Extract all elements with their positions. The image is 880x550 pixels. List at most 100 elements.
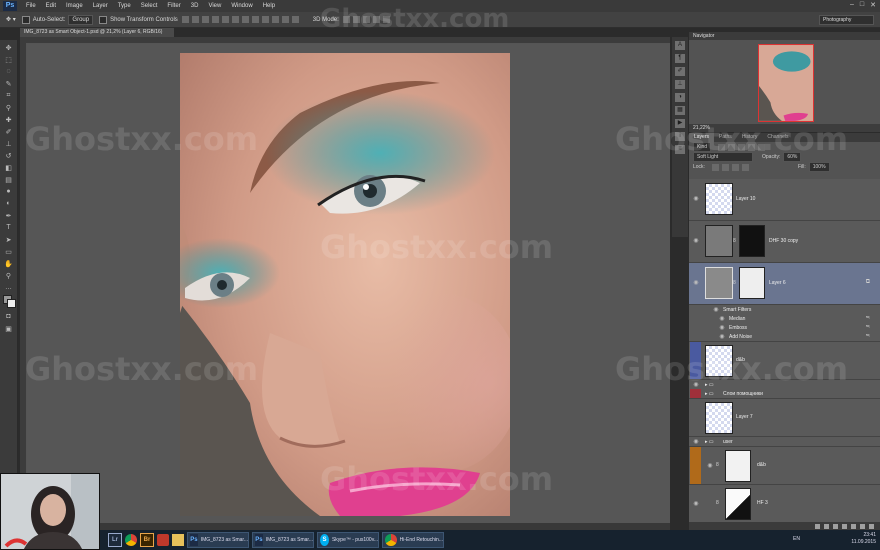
menu-layer[interactable]: Layer	[88, 3, 113, 9]
filter-icons[interactable]	[718, 143, 766, 151]
workspace-dropdown[interactable]: Photography	[819, 15, 874, 25]
fill-field[interactable]: 100%	[808, 162, 830, 172]
menu-filter[interactable]: Filter	[162, 3, 185, 9]
menu-view[interactable]: View	[203, 3, 226, 9]
properties-icon[interactable]: ≡	[675, 145, 685, 154]
dodge-tool-icon[interactable]: ◐	[3, 199, 14, 208]
distribute-4-icon[interactable]	[271, 16, 279, 23]
menu-select[interactable]: Select	[136, 3, 163, 9]
auto-select-option[interactable]: Auto-Select: Group	[21, 14, 94, 25]
document-tab[interactable]: IMG_8723 as Smart Object-1.psd @ 21,2% (…	[20, 28, 174, 37]
taskbar-app[interactable]	[157, 532, 169, 548]
align-middle-icon[interactable]	[191, 16, 199, 23]
navigator-zoom-bar[interactable]: 21,22%	[689, 124, 880, 132]
layer-row[interactable]: d&b	[689, 342, 880, 380]
chain-link-icon[interactable]: 8	[716, 500, 719, 506]
tab-channels[interactable]: Channels	[762, 133, 793, 142]
visibility-eye-icon[interactable]: ◉	[707, 462, 713, 469]
path-select-tool-icon[interactable]: ➤	[3, 235, 14, 244]
taskbar-chrome[interactable]	[125, 532, 137, 548]
distribute-2-icon[interactable]	[251, 16, 259, 23]
distribute-6-icon[interactable]	[291, 16, 299, 23]
chain-link-icon[interactable]: 8	[733, 238, 736, 244]
swatches-icon[interactable]: ▦	[675, 106, 685, 115]
stamp-tool-icon[interactable]: ⊥	[3, 139, 14, 148]
adjustments-icon[interactable]: ◑	[675, 93, 685, 102]
group-row[interactable]: ◉ ▸ ▭ user	[689, 437, 880, 447]
visibility-eye-icon[interactable]: ◉	[719, 315, 725, 322]
visibility-eye-icon[interactable]: ◉	[719, 324, 725, 331]
maximize-button[interactable]: □	[860, 1, 864, 9]
eraser-tool-icon[interactable]: ◧	[3, 163, 14, 172]
history-brush-icon[interactable]: ↺	[3, 151, 14, 160]
filter-adjust-icon[interactable]	[728, 143, 736, 151]
menu-image[interactable]: Image	[61, 3, 88, 9]
brush-panel-icon[interactable]: ✐	[675, 67, 685, 76]
blur-tool-icon[interactable]: ●	[3, 187, 14, 196]
filter-shape-icon[interactable]	[748, 143, 756, 151]
lock-all-icon[interactable]	[741, 163, 749, 171]
auto-select-dropdown[interactable]: Group	[68, 14, 94, 25]
taskbar-window[interactable]: Ps IMG_8723 as Smar...	[187, 532, 249, 548]
auto-select-checkbox[interactable]	[21, 15, 30, 24]
layer-row[interactable]: ◉ 8 DHF 30 copy	[689, 221, 880, 263]
delete-layer-icon[interactable]	[869, 523, 874, 529]
info-icon[interactable]: i	[675, 132, 685, 141]
shape-tool-icon[interactable]: ▭	[3, 247, 14, 256]
menu-help[interactable]: Help	[258, 3, 280, 9]
move-tool-icon[interactable]: ✥ ▾	[6, 16, 16, 23]
taskbar-window[interactable]: S Skype™ - pus100v...	[317, 532, 379, 548]
smart-filter-row[interactable]: ◉ Add Noise ≒	[689, 332, 880, 342]
navigator-thumbnail[interactable]	[758, 44, 814, 122]
gradient-tool-icon[interactable]: ▤	[3, 175, 14, 184]
distribute-3-icon[interactable]	[261, 16, 269, 23]
menu-edit[interactable]: Edit	[41, 3, 61, 9]
system-clock[interactable]: 23:41 11.09.2015	[851, 532, 876, 546]
lock-icons[interactable]	[711, 163, 749, 171]
quick-select-tool-icon[interactable]: ✎	[3, 79, 14, 88]
visibility-eye-icon[interactable]: ◉	[693, 237, 699, 244]
pen-tool-icon[interactable]: ✒	[3, 211, 14, 220]
move-tool-icon[interactable]: ✥	[3, 43, 14, 52]
group-row[interactable]: ▸ ▭ Слои помощники	[689, 389, 880, 399]
filter-options-icon[interactable]: ≒	[866, 315, 870, 321]
visibility-eye-icon[interactable]: ◉	[693, 195, 699, 202]
taskbar-lightroom[interactable]: Lr	[108, 532, 122, 548]
lasso-tool-icon[interactable]: ◌	[3, 67, 14, 76]
quick-mask-icon[interactable]: ◘	[3, 312, 14, 321]
lock-position-icon[interactable]	[731, 163, 739, 171]
visibility-eye-icon[interactable]: ◉	[693, 438, 699, 445]
taskbar-bridge[interactable]: Br	[140, 532, 154, 548]
type-tool-icon[interactable]: T	[3, 223, 14, 232]
actions-icon[interactable]: ▶	[675, 119, 685, 128]
layer-row-selected[interactable]: ◉ 8 Layer 6 ⧉	[689, 263, 880, 305]
align-right-icon[interactable]	[231, 16, 239, 23]
chain-link-icon[interactable]: 8	[716, 462, 719, 468]
layer-row[interactable]: Layer 7	[689, 399, 880, 437]
healing-tool-icon[interactable]: ✚	[3, 115, 14, 124]
align-top-icon[interactable]	[181, 16, 189, 23]
align-bottom-icon[interactable]	[201, 16, 209, 23]
eyedropper-tool-icon[interactable]: ⚲	[3, 103, 14, 112]
more-tools-icon[interactable]: …	[3, 283, 14, 292]
lock-transparent-icon[interactable]	[711, 163, 719, 171]
taskbar-window[interactable]: Hi-End Retouchin...	[382, 532, 444, 548]
3d-mode-buttons[interactable]	[342, 16, 390, 23]
clone-source-icon[interactable]: ⊥	[675, 80, 685, 89]
distribute-icon[interactable]	[241, 16, 249, 23]
taskbar-explorer[interactable]	[172, 532, 184, 548]
new-group-icon[interactable]	[851, 523, 856, 529]
tab-history[interactable]: History	[737, 133, 763, 142]
3d-scale-icon[interactable]	[382, 16, 390, 23]
filter-options-icon[interactable]: ≒	[866, 333, 870, 339]
brush-tool-icon[interactable]: ✐	[3, 127, 14, 136]
visibility-eye-icon[interactable]: ◉	[693, 500, 699, 507]
filter-options-icon[interactable]: ≒	[866, 324, 870, 330]
align-center-icon[interactable]	[221, 16, 229, 23]
3d-roll-icon[interactable]	[352, 16, 360, 23]
marquee-tool-icon[interactable]: ⬚	[3, 55, 14, 64]
align-buttons[interactable]	[181, 16, 299, 23]
visibility-eye-icon[interactable]: ◉	[719, 333, 725, 340]
hand-tool-icon[interactable]: ✋	[3, 259, 14, 268]
filter-type-icon[interactable]	[738, 143, 746, 151]
